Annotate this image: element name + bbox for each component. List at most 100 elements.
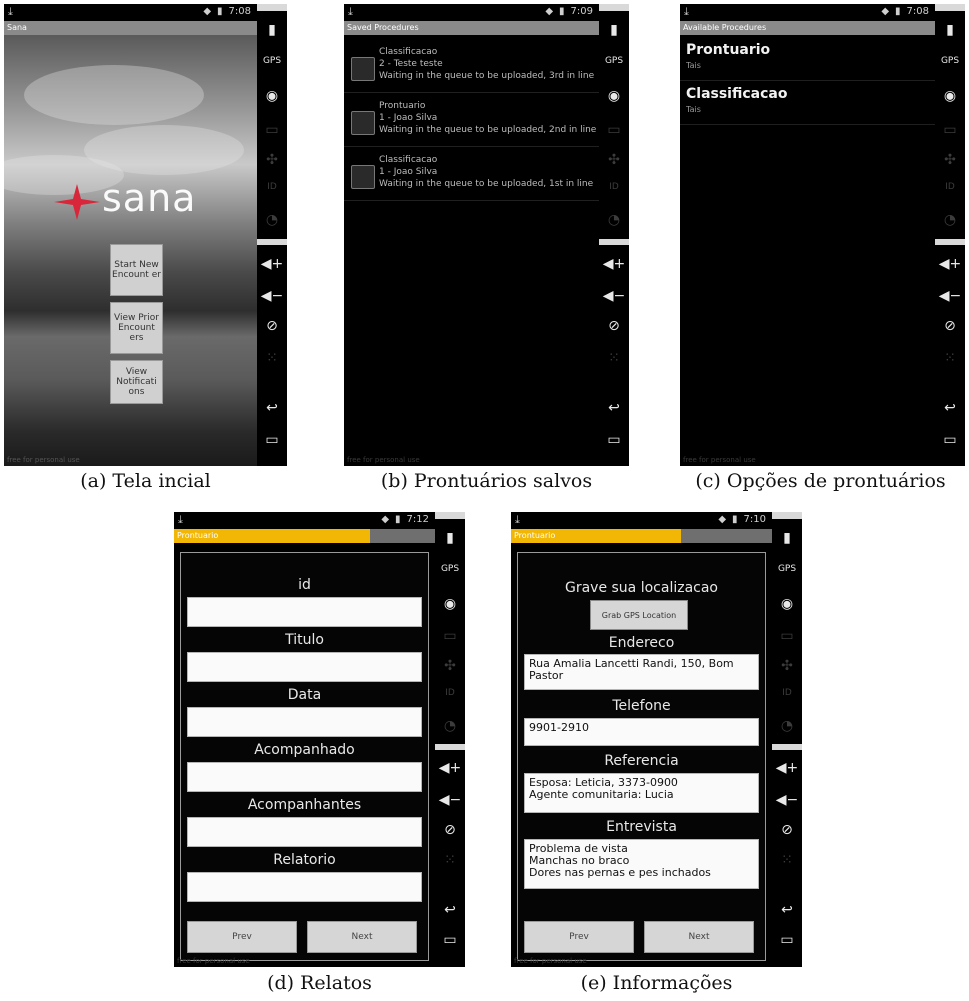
saved-procedure-item[interactable]: Prontuario 1 - Joao Silva Waiting in the…	[344, 94, 599, 147]
id-icon[interactable]: ID	[257, 182, 287, 192]
rotate-icon[interactable]: ⊘	[772, 822, 802, 838]
volume-down-icon[interactable]: ◀−	[935, 288, 965, 304]
battery-icon[interactable]: ▮	[435, 530, 465, 546]
rss-icon[interactable]: ◔	[772, 718, 802, 734]
procedure-author: Tais	[686, 61, 701, 70]
field-input-data[interactable]	[187, 707, 422, 737]
view-notifications-button[interactable]: View Notificati ons	[110, 360, 163, 404]
back-icon[interactable]: ↩	[435, 902, 465, 918]
fullscreen-icon[interactable]: ⁙	[257, 350, 287, 366]
recent-apps-icon[interactable]: ▭	[257, 432, 287, 448]
rss-icon[interactable]: ◔	[257, 212, 287, 228]
fullscreen-icon[interactable]: ⁙	[599, 350, 629, 366]
volume-up-icon[interactable]: ◀+	[772, 760, 802, 776]
dpad-icon[interactable]: ✣	[772, 658, 802, 674]
procedure-name: Classificacao	[379, 47, 438, 57]
dpad-icon[interactable]: ✣	[257, 152, 287, 168]
volume-up-icon[interactable]: ◀+	[935, 256, 965, 272]
status-bar: ⤓ ◆ ▮ 7:10	[511, 512, 772, 529]
grab-gps-location-button[interactable]: Grab GPS Location	[590, 600, 688, 630]
recent-apps-icon[interactable]: ▭	[435, 932, 465, 948]
rss-icon[interactable]: ◔	[599, 212, 629, 228]
saved-procedure-item[interactable]: Classificacao 1 - Joao Silva Waiting in …	[344, 148, 599, 201]
lock-icon[interactable]: ▭	[772, 628, 802, 644]
procedure-status: Waiting in the queue to be uploaded, 1st…	[379, 179, 594, 189]
back-icon[interactable]: ↩	[257, 400, 287, 416]
available-procedure-item[interactable]: Prontuario Tais	[680, 38, 935, 81]
battery-icon[interactable]: ▮	[599, 22, 629, 38]
saved-procedure-item[interactable]: Classificacao 2 - Teste teste Waiting in…	[344, 40, 599, 93]
recent-apps-icon[interactable]: ▭	[935, 432, 965, 448]
rotate-icon[interactable]: ⊘	[935, 318, 965, 334]
lock-icon[interactable]: ▭	[435, 628, 465, 644]
recent-apps-icon[interactable]: ▭	[599, 432, 629, 448]
location-icon[interactable]: ◉	[935, 88, 965, 104]
volume-down-icon[interactable]: ◀−	[772, 792, 802, 808]
select-checkbox[interactable]	[351, 57, 375, 81]
gps-icon[interactable]: GPS	[772, 564, 802, 574]
form-panel: Grave sua localizacao Grab GPS Location …	[517, 552, 766, 961]
back-icon[interactable]: ↩	[772, 902, 802, 918]
field-input-entrevista[interactable]: Problema de vista Manchas no braco Dores…	[524, 839, 759, 889]
volume-down-icon[interactable]: ◀−	[435, 792, 465, 808]
prev-button[interactable]: Prev	[524, 921, 634, 953]
dpad-icon[interactable]: ✣	[599, 152, 629, 168]
lock-icon[interactable]: ▭	[599, 122, 629, 138]
rotate-icon[interactable]: ⊘	[435, 822, 465, 838]
dpad-icon[interactable]: ✣	[435, 658, 465, 674]
volume-up-icon[interactable]: ◀+	[257, 256, 287, 272]
rotate-icon[interactable]: ⊘	[599, 318, 629, 334]
lock-icon[interactable]: ▭	[935, 122, 965, 138]
rss-icon[interactable]: ◔	[935, 212, 965, 228]
fullscreen-icon[interactable]: ⁙	[435, 852, 465, 868]
gps-icon[interactable]: GPS	[435, 564, 465, 574]
id-icon[interactable]: ID	[435, 688, 465, 698]
recent-apps-icon[interactable]: ▭	[772, 932, 802, 948]
procedure-name: Prontuario	[379, 101, 426, 111]
volume-up-icon[interactable]: ◀+	[435, 760, 465, 776]
location-icon[interactable]: ◉	[257, 88, 287, 104]
field-input-id[interactable]	[187, 597, 422, 627]
volume-down-icon[interactable]: ◀−	[599, 288, 629, 304]
battery-icon[interactable]: ▮	[257, 22, 287, 38]
view-prior-encounters-button[interactable]: View Prior Encount ers	[110, 302, 163, 354]
next-button[interactable]: Next	[644, 921, 754, 953]
gps-icon[interactable]: GPS	[257, 56, 287, 66]
rss-icon[interactable]: ◔	[435, 718, 465, 734]
id-icon[interactable]: ID	[772, 688, 802, 698]
volume-up-icon[interactable]: ◀+	[599, 256, 629, 272]
gps-icon[interactable]: GPS	[935, 56, 965, 66]
caption-a: (a) Tela incial	[80, 470, 211, 492]
location-icon[interactable]: ◉	[435, 596, 465, 612]
field-input-referencia[interactable]: Esposa: Leticia, 3373-0900 Agente comuni…	[524, 773, 759, 813]
prev-button[interactable]: Prev	[187, 921, 297, 953]
lock-icon[interactable]: ▭	[257, 122, 287, 138]
field-input-endereco[interactable]: Rua Amalia Lancetti Randi, 150, Bom Past…	[524, 654, 759, 690]
available-procedure-item[interactable]: Classificacao Tais	[680, 82, 935, 125]
fullscreen-icon[interactable]: ⁙	[772, 852, 802, 868]
back-icon[interactable]: ↩	[935, 400, 965, 416]
field-input-titulo[interactable]	[187, 652, 422, 682]
start-new-encounter-button[interactable]: Start New Encount er	[110, 244, 163, 296]
battery-icon[interactable]: ▮	[935, 22, 965, 38]
location-icon[interactable]: ◉	[599, 88, 629, 104]
fullscreen-icon[interactable]: ⁙	[935, 350, 965, 366]
dpad-icon[interactable]: ✣	[935, 152, 965, 168]
rotate-icon[interactable]: ⊘	[257, 318, 287, 334]
field-input-relatorio[interactable]	[187, 872, 422, 902]
field-input-acompanhantes[interactable]	[187, 817, 422, 847]
back-icon[interactable]: ↩	[599, 400, 629, 416]
select-checkbox[interactable]	[351, 111, 375, 135]
field-input-acompanhado[interactable]	[187, 762, 422, 792]
procedure-name: Prontuario	[686, 42, 771, 58]
location-icon[interactable]: ◉	[772, 596, 802, 612]
gps-icon[interactable]: GPS	[599, 56, 629, 66]
battery-icon[interactable]: ▮	[772, 530, 802, 546]
id-icon[interactable]: ID	[599, 182, 629, 192]
emulator-sidebar: ▮ GPS ◉ ▭ ✣ ID ◔ ◀+ ◀− ⊘ ⁙ ↩ ▭	[257, 4, 287, 466]
next-button[interactable]: Next	[307, 921, 417, 953]
volume-down-icon[interactable]: ◀−	[257, 288, 287, 304]
select-checkbox[interactable]	[351, 165, 375, 189]
id-icon[interactable]: ID	[935, 182, 965, 192]
field-input-telefone[interactable]: 9901-2910	[524, 718, 759, 746]
